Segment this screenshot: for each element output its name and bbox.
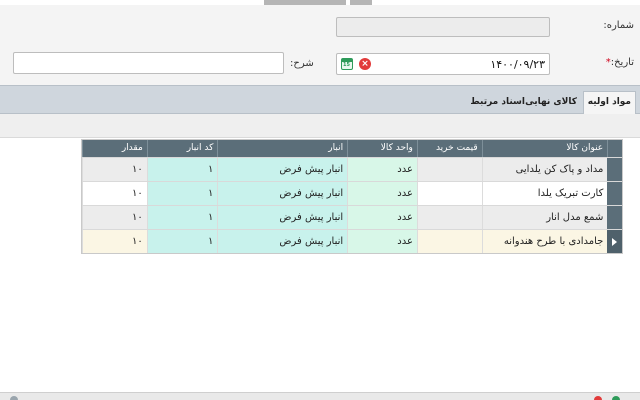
calendar-icon[interactable]: 15	[341, 58, 353, 70]
cell-qty[interactable]: ۱۰	[82, 182, 147, 205]
date-value: ۱۴۰۰/۰۹/۲۳	[490, 58, 545, 71]
cell-price[interactable]	[416, 182, 482, 205]
row-indicator-arrow-icon[interactable]	[607, 230, 622, 253]
description-field[interactable]	[13, 52, 284, 74]
tab-raw-materials[interactable]: مواد اولیه	[582, 91, 636, 114]
cell-warehouse-code[interactable]: ۱	[146, 230, 218, 253]
cell-warehouse[interactable]: انبار پیش فرض	[217, 206, 348, 229]
cell-qty[interactable]: ۱۰	[82, 206, 147, 229]
date-label: تاریخ:	[610, 57, 634, 68]
row-indicator[interactable]	[607, 158, 622, 181]
cell-warehouse-code[interactable]: ۱	[146, 182, 218, 205]
row-indicator-header	[607, 140, 622, 157]
column-header-qty[interactable]: مقدار	[82, 140, 147, 157]
column-header-warehouse[interactable]: انبار	[217, 140, 347, 157]
detail-tabstrip: مواد اولیه کالای نهایی اسناد مرتبط	[0, 85, 640, 114]
cell-unit[interactable]: عدد	[347, 230, 417, 253]
grid-toolbar	[0, 114, 640, 138]
column-header-warehouse-code[interactable]: کد انبار	[146, 140, 218, 157]
cell-warehouse-code[interactable]: ۱	[146, 158, 218, 181]
confirm-icon[interactable]	[612, 396, 620, 400]
cell-unit[interactable]: عدد	[347, 158, 417, 181]
cell-warehouse[interactable]: انبار پیش فرض	[217, 158, 348, 181]
cell-warehouse-code[interactable]: ۱	[146, 206, 218, 229]
cell-warehouse[interactable]: انبار پیش فرض	[217, 182, 348, 205]
column-header-title[interactable]: عنوان کالا	[481, 140, 608, 157]
description-label: شرح:	[290, 58, 314, 69]
calendar-icon-day: 15	[343, 62, 350, 68]
cell-title[interactable]: مداد و پاک کن یلدایی	[481, 158, 608, 181]
cell-unit[interactable]: عدد	[347, 182, 417, 205]
table-row[interactable]: ۱۰ ۱ انبار پیش فرض عدد شمع مدل انار	[82, 205, 622, 229]
cell-price[interactable]	[416, 206, 482, 229]
column-header-unit[interactable]: واحد کالا	[347, 140, 417, 157]
clear-icon[interactable]: ×	[359, 58, 371, 70]
cell-warehouse[interactable]: انبار پیش فرض	[217, 230, 348, 253]
table-row[interactable]: ۱۰ ۱ انبار پیش فرض عدد مداد و پاک کن یلد…	[82, 157, 622, 181]
cell-title[interactable]: شمع مدل انار	[481, 206, 608, 229]
materials-grid: مقدار کد انبار انبار واحد کالا قیمت خرید…	[81, 139, 623, 254]
cell-qty[interactable]: ۱۰	[82, 230, 147, 253]
cell-title[interactable]: جامدادی با طرح هندوانه	[481, 230, 608, 253]
tab-final-goods[interactable]: کالای نهایی	[521, 92, 581, 115]
number-field	[336, 17, 550, 37]
column-header-price[interactable]: قیمت خرید	[416, 140, 482, 157]
footer-status-icon	[10, 396, 18, 400]
number-label: شماره:	[603, 20, 634, 31]
date-label-wrap: تاریخ:*	[604, 57, 634, 68]
cell-price[interactable]	[416, 230, 482, 253]
cell-title[interactable]: کارت تبریک یلدا	[481, 182, 608, 205]
tab-related-documents[interactable]: اسناد مرتبط	[466, 92, 529, 115]
grid-header: مقدار کد انبار انبار واحد کالا قیمت خرید…	[82, 140, 622, 157]
date-field[interactable]: ۱۴۰۰/۰۹/۲۳ × 15	[336, 53, 550, 75]
row-indicator[interactable]	[607, 206, 622, 229]
cell-unit[interactable]: عدد	[347, 206, 417, 229]
table-row[interactable]: ۱۰ ۱ انبار پیش فرض عدد کارت تبریک یلدا	[82, 181, 622, 205]
cancel-icon[interactable]	[594, 396, 602, 400]
header-form: شماره: تاریخ:* ۱۴۰۰/۰۹/۲۳ × 15 شرح:	[0, 5, 640, 85]
cell-price[interactable]	[416, 158, 482, 181]
footer-bar	[0, 392, 640, 400]
row-indicator[interactable]	[607, 182, 622, 205]
cell-qty[interactable]: ۱۰	[82, 158, 147, 181]
table-row-selected[interactable]: ۱۰ ۱ انبار پیش فرض عدد جامدادی با طرح هن…	[82, 229, 622, 253]
